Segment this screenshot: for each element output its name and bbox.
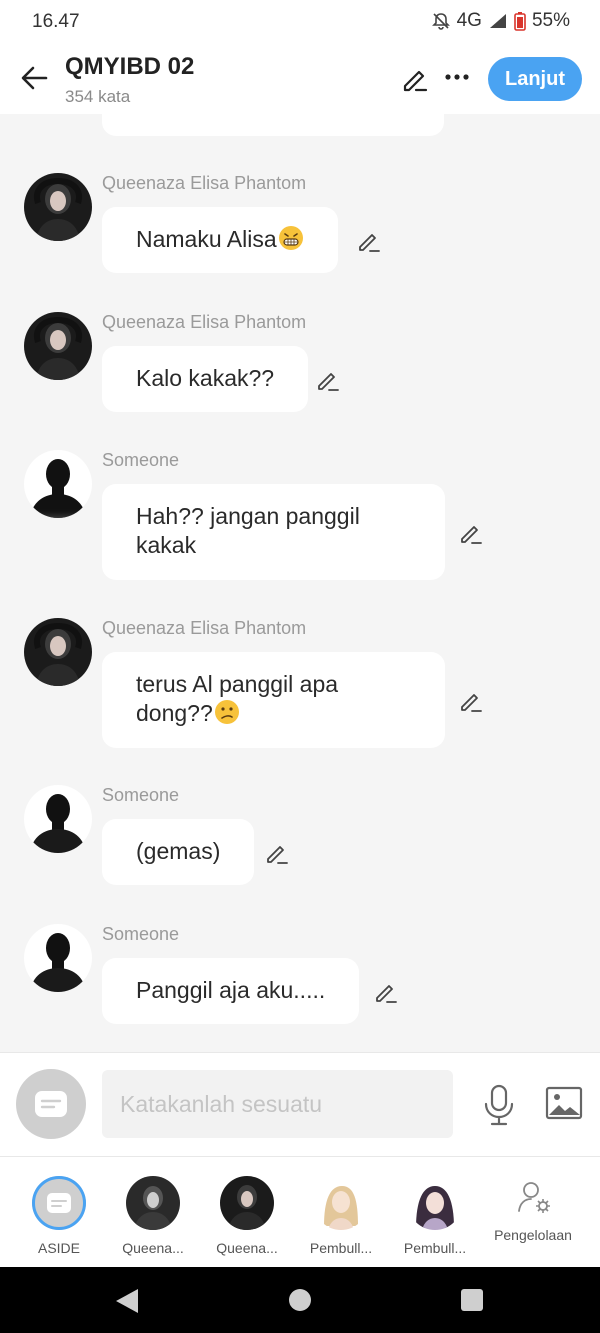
grin-emoji-icon	[278, 225, 304, 251]
nav-back-icon[interactable]	[114, 1287, 140, 1320]
confused-emoji-icon	[214, 699, 240, 725]
tab-character[interactable]: Pembull...	[294, 1157, 388, 1267]
chat-list[interactable]: Queenaza Elisa Phantom Namaku Alisa Quee…	[0, 114, 600, 1052]
microphone-icon[interactable]	[482, 1083, 516, 1127]
tab-label: Pengelolaan	[494, 1227, 572, 1243]
message-bubble[interactable]: Namaku Alisa	[102, 207, 338, 273]
avatar[interactable]	[24, 924, 92, 992]
sender-name: Someone	[102, 450, 180, 470]
avatar[interactable]	[24, 618, 92, 686]
previous-message-bubble	[102, 114, 444, 136]
sender-name: Queenaza Elisa Phantom	[102, 173, 307, 193]
tab-aside[interactable]: ASIDE	[12, 1157, 106, 1267]
nav-recents-icon[interactable]	[460, 1288, 484, 1317]
tab-label: Pembull...	[403, 1240, 467, 1256]
message-bubble[interactable]: Kalo kakak??	[102, 346, 309, 412]
sender-name: Queenaza Elisa Phantom	[102, 618, 307, 638]
message-bubble[interactable]: Hah?? jangan panggil kakak	[102, 484, 445, 580]
status-time: 16.47	[32, 11, 80, 32]
aside-toggle-button[interactable]	[16, 1069, 86, 1139]
character-tabs: ASIDE Queena... Queena... Pembull... Pem…	[0, 1156, 600, 1267]
page-title: QMYIBD 02	[65, 53, 195, 80]
message-text: Namaku Alisa	[136, 226, 277, 252]
edit-message-icon[interactable]	[458, 520, 484, 546]
message-input[interactable]: Katakanlah sesuatu	[102, 1070, 453, 1138]
avatar[interactable]	[24, 450, 92, 518]
nav-home-icon[interactable]	[288, 1288, 312, 1317]
tab-label: Queena...	[122, 1240, 184, 1256]
edit-message-icon[interactable]	[458, 688, 484, 714]
aside-avatar	[32, 1176, 86, 1230]
word-count: 354 kata	[65, 87, 131, 106]
back-arrow-icon[interactable]	[18, 62, 50, 94]
system-navigation-bar	[0, 1267, 600, 1333]
tab-character[interactable]: Queena...	[200, 1157, 294, 1267]
app-header: QMYIBD 02 354 kata Lanjut	[0, 44, 600, 114]
avatar[interactable]	[24, 173, 92, 241]
avatar	[126, 1176, 180, 1230]
status-bar: 16.47 4G 55%	[0, 0, 600, 44]
sender-name: Queenaza Elisa Phantom	[102, 312, 307, 332]
tab-label: ASIDE	[37, 1240, 80, 1256]
composer-bar: Katakanlah sesuatu	[0, 1052, 600, 1157]
avatar	[408, 1176, 462, 1230]
battery-percent: 55%	[531, 10, 570, 31]
message-text: Panggil aja aku.....	[136, 977, 326, 1003]
tab-label: Queena...	[216, 1240, 278, 1256]
avatar[interactable]	[24, 785, 92, 853]
avatar	[314, 1176, 368, 1230]
edit-message-icon[interactable]	[356, 228, 382, 254]
network-label: 4G	[456, 10, 482, 31]
tab-character[interactable]: Queena...	[106, 1157, 200, 1267]
message-bubble[interactable]: terus Al panggil apa dong??	[102, 652, 445, 748]
tab-label: Pembull...	[309, 1240, 373, 1256]
edit-message-icon[interactable]	[315, 367, 341, 393]
sender-name: Someone	[102, 785, 180, 805]
edit-message-icon[interactable]	[373, 979, 399, 1005]
more-options-icon[interactable]	[443, 62, 471, 92]
tab-character[interactable]: Pembull...	[388, 1157, 482, 1267]
bell-off-icon	[431, 11, 451, 31]
user-settings-icon	[516, 1179, 552, 1220]
signal-icon	[488, 12, 508, 30]
avatar[interactable]	[24, 312, 92, 380]
image-icon[interactable]	[545, 1085, 583, 1121]
avatar	[220, 1176, 274, 1230]
sender-name: Someone	[102, 924, 180, 944]
edit-message-icon[interactable]	[264, 840, 290, 866]
tab-management[interactable]: Pengelolaan	[486, 1157, 580, 1267]
battery-icon	[514, 11, 526, 31]
edit-pencil-icon[interactable]	[400, 64, 430, 94]
next-button[interactable]: Lanjut	[488, 57, 582, 101]
message-bubble[interactable]: (gemas)	[102, 819, 255, 885]
message-text: Hah?? jangan panggil kakak	[136, 503, 360, 558]
message-bubble[interactable]: Panggil aja aku.....	[102, 958, 360, 1024]
message-text: Kalo kakak??	[136, 365, 275, 391]
message-text: (gemas)	[136, 838, 221, 864]
